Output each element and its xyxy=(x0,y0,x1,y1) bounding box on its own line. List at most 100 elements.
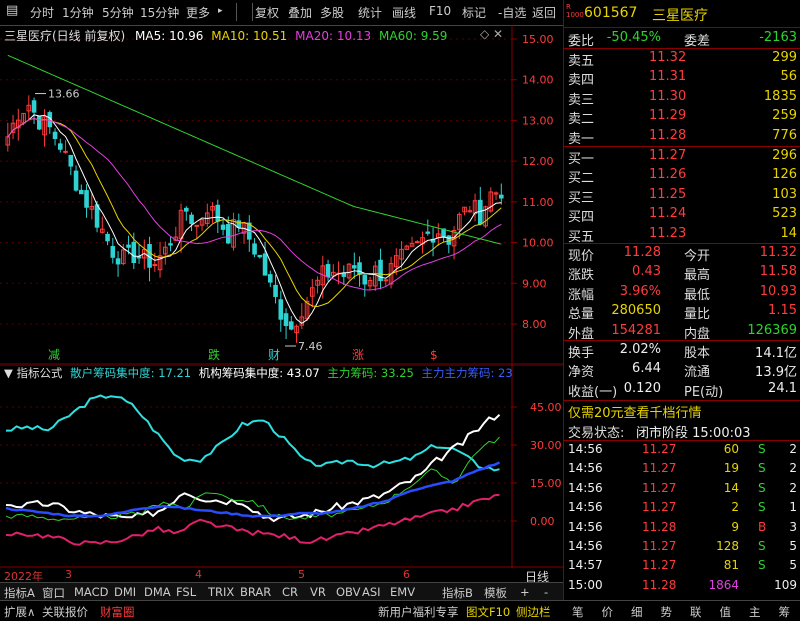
order-row: 买四 11.24 523 xyxy=(564,205,800,225)
panel-tab-6[interactable]: 主 xyxy=(749,604,761,620)
indicator-tab-0[interactable]: 指标A xyxy=(4,585,35,601)
order-price: 11.29 xyxy=(649,108,687,124)
panel-tab-2[interactable]: 细 xyxy=(631,604,643,620)
event-marker[interactable]: 涨 xyxy=(352,347,364,362)
more-chevron-icon[interactable]: ▸ xyxy=(218,6,223,16)
kline-chart[interactable]: 15.00 14.00 13.00 12.00 11.00 10.00 9.00 8.00 13… xyxy=(0,25,563,365)
indicator-tab-15[interactable]: + xyxy=(520,585,530,599)
stat-value: 1.15 xyxy=(768,303,797,319)
indicator-tab-6[interactable]: TRIX xyxy=(208,585,234,599)
event-marker[interactable]: $ xyxy=(430,348,438,362)
toolbar-item-2[interactable]: 5分钟 xyxy=(102,4,134,21)
panel-tab-3[interactable]: 势 xyxy=(661,604,673,620)
stat-label: 涨幅 xyxy=(568,287,595,303)
main-main-chip-label: 主力主力筹码: 23 xyxy=(421,366,513,380)
indicator-collapse-icon[interactable]: ▼ xyxy=(4,366,13,380)
stat-label: 现价 xyxy=(568,249,595,264)
bottom-bar-item-1[interactable]: 关联报价 xyxy=(42,604,88,620)
candle-body xyxy=(220,224,226,230)
tick-volume: 19 xyxy=(723,461,739,476)
stat-row: 涨跌 0.43 最高 11.58 xyxy=(564,263,800,283)
order-volume: 299 xyxy=(772,50,797,65)
indicator-tab-14[interactable]: 模板 xyxy=(484,585,507,601)
indicator-tab-10[interactable]: OBV xyxy=(336,585,360,599)
low-label: 7.46 xyxy=(298,340,323,353)
order-volume: 296 xyxy=(772,148,797,163)
panel-tab-0[interactable]: 笔 xyxy=(572,604,584,620)
indicator-name[interactable]: 指标公式 xyxy=(17,366,63,380)
tick-volume: 128 xyxy=(716,539,739,553)
bottom-bar-item-5[interactable]: 侧边栏 xyxy=(516,604,551,620)
indicator-tab-9[interactable]: VR xyxy=(310,585,326,599)
indicator-tab-1[interactable]: 窗口 xyxy=(42,585,65,601)
fundamental-row: 收益(一) 0.120 PE(动) 24.1 xyxy=(564,380,800,400)
candle-body xyxy=(252,243,257,255)
ma10-line xyxy=(7,118,502,308)
indicator-tab-2[interactable]: MACD xyxy=(74,585,108,599)
stat-label: 涨跌 xyxy=(568,268,595,284)
bottom-bar-item-4[interactable]: 图文F10 xyxy=(466,604,510,620)
tick-count: 1 xyxy=(789,500,797,515)
order-row: 买一 11.27 296 xyxy=(564,147,800,167)
indicator-tabs-bar: 指标A 窗口 MACD DMI DMA FSL TRIX BRAR CR VR OBV ASI EMV 指… xyxy=(0,582,563,601)
order-volume: 103 xyxy=(772,186,797,202)
toolbar-item-13[interactable]: 返回 xyxy=(532,4,556,21)
candle-body xyxy=(136,256,142,259)
indicator-tab-11[interactable]: ASI xyxy=(362,585,381,599)
indicator-tab-13[interactable]: 指标B xyxy=(442,585,473,601)
toolbar-item-0[interactable]: 分时 xyxy=(30,4,54,21)
order-price: 11.25 xyxy=(649,186,687,202)
order-label: 卖五 xyxy=(568,54,595,69)
bottom-bar-item-3[interactable]: 新用户福利专享 xyxy=(378,604,459,620)
order-label: 卖一 xyxy=(568,131,595,147)
indicator-tab-16[interactable]: - xyxy=(544,585,548,599)
price-axis-label: 11.00 xyxy=(522,196,554,209)
chart-settings-icon[interactable]: ◇ ✕ xyxy=(480,27,503,41)
indicator-axis-label: 30.00 xyxy=(530,439,562,452)
event-marker[interactable]: 减 xyxy=(48,348,60,362)
toolbar-item-11[interactable]: 标记 xyxy=(462,4,486,21)
toolbar-item-5[interactable]: 复权 xyxy=(255,4,279,21)
order-label: 买五 xyxy=(568,229,595,245)
toolbar-item-1[interactable]: 1分钟 xyxy=(62,4,94,21)
indicator-tab-8[interactable]: CR xyxy=(282,585,298,599)
indicator-tab-7[interactable]: BRAR xyxy=(240,585,271,599)
panel-tab-7[interactable]: 筹 xyxy=(779,604,791,620)
panel-tab-4[interactable]: 联 xyxy=(690,604,702,620)
time-axis-apr: 4 xyxy=(195,568,202,581)
toolbar-item-4[interactable]: 更多 xyxy=(186,4,210,21)
panel-tab-5[interactable]: 值 xyxy=(720,604,732,620)
toolbar-item-6[interactable]: 叠加 xyxy=(288,4,312,21)
promo-row[interactable]: 仅需20元查看千档行情 xyxy=(564,401,800,421)
tick-count: 2 xyxy=(789,461,797,476)
bottom-bar-item-0[interactable]: 扩展∧ xyxy=(4,604,35,620)
toolbar-item-8[interactable]: 统计 xyxy=(358,4,382,21)
candle-body xyxy=(478,199,483,225)
panel-tab-1[interactable]: 价 xyxy=(602,604,614,620)
toolbar-menu-icon[interactable]: ▤ xyxy=(6,3,18,18)
order-volume: 14 xyxy=(780,225,797,241)
indicator-tab-4[interactable]: DMA xyxy=(144,585,171,599)
tick-volume: 60 xyxy=(723,442,739,456)
indicator-chart[interactable]: 45.00 30.00 15.00 0.00 xyxy=(0,365,563,568)
stat-value: 11.32 xyxy=(759,245,797,260)
event-marker[interactable]: 跌 xyxy=(208,347,220,362)
candle-body xyxy=(58,143,63,150)
indicator-tab-3[interactable]: DMI xyxy=(114,585,136,599)
toolbar-item-12[interactable]: -自选 xyxy=(498,4,526,21)
toolbar-item-7[interactable]: 多股 xyxy=(320,4,344,21)
candle-body xyxy=(63,150,68,153)
candle-body xyxy=(68,154,74,167)
stock-code: 601567 xyxy=(584,5,638,21)
event-marker[interactable]: 财 xyxy=(268,348,280,362)
bottom-bar-item-2[interactable]: 财富圈 xyxy=(100,604,135,620)
candle-body xyxy=(362,274,368,285)
tick-row: 14:56 11.27 60 S 2 xyxy=(564,442,800,458)
toolbar-item-10[interactable]: F10 xyxy=(429,4,451,18)
indicator-tab-5[interactable]: FSL xyxy=(176,585,196,599)
candle-body xyxy=(194,224,200,227)
indicator-tab-12[interactable]: EMV xyxy=(390,585,415,599)
toolbar-item-9[interactable]: 画线 xyxy=(392,4,416,21)
toolbar-item-3[interactable]: 15分钟 xyxy=(140,4,179,21)
promo-text[interactable]: 仅需20元查看千档行情 xyxy=(568,402,702,421)
